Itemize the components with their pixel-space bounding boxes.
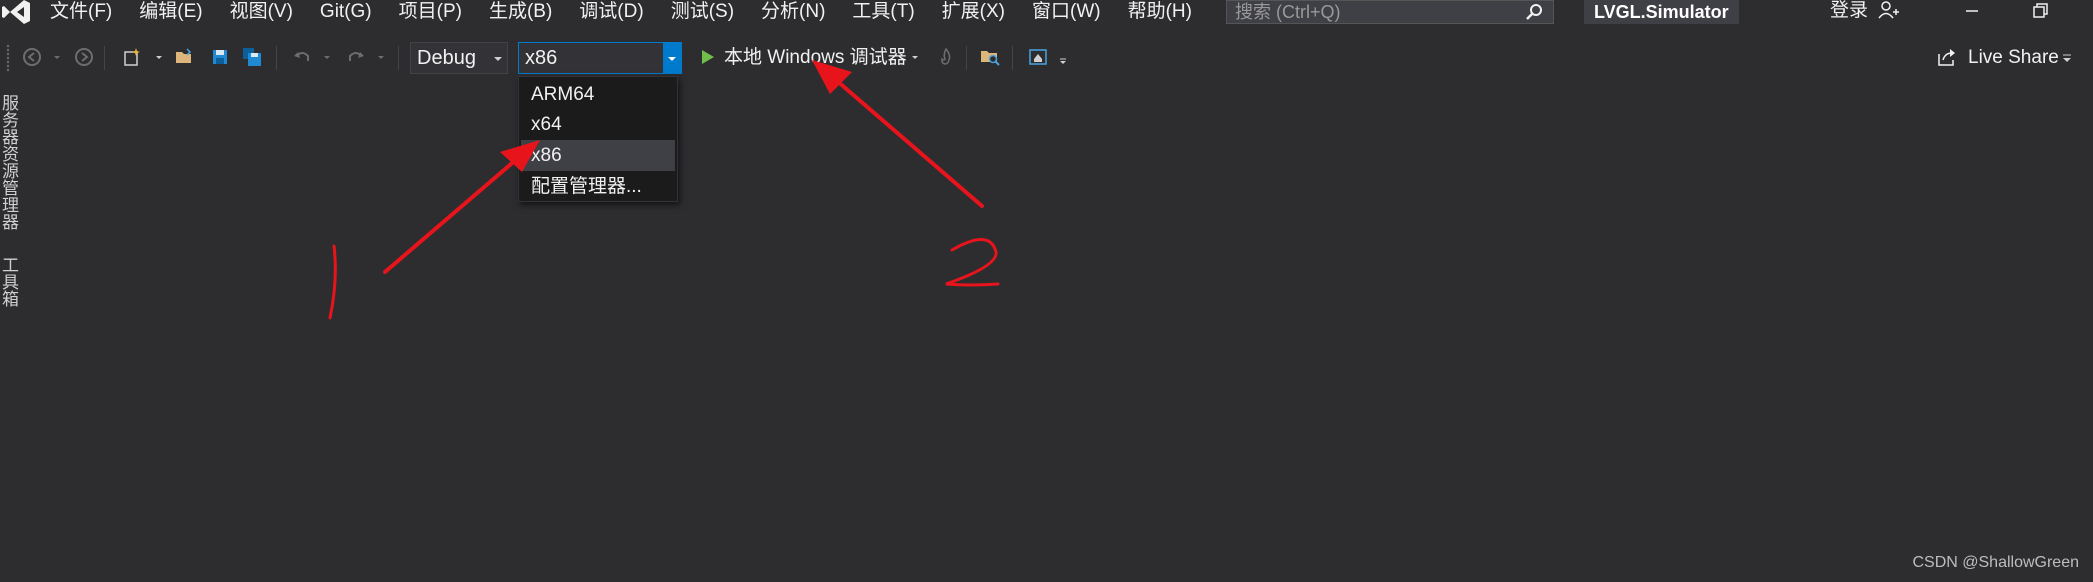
platform-option-x86[interactable]: x86 — [521, 140, 675, 171]
start-debugging-icon[interactable] — [698, 47, 718, 67]
new-project-icon[interactable] — [122, 47, 142, 67]
login-button[interactable]: 登录 — [1830, 0, 1868, 22]
menu-git[interactable]: Git(G) — [320, 0, 372, 24]
chevron-down-icon[interactable] — [489, 43, 507, 73]
chevron-down-icon[interactable] — [910, 47, 920, 67]
platform-select[interactable]: x86 — [518, 42, 682, 74]
chevron-down-icon[interactable] — [663, 43, 681, 73]
annotation-arrow-2 — [812, 60, 984, 208]
undo-icon[interactable] — [292, 47, 312, 67]
user-icon[interactable] — [1878, 0, 1900, 22]
chevron-down-icon[interactable] — [322, 47, 332, 67]
toolbar-options-icon[interactable] — [1058, 47, 1068, 67]
minimize-icon[interactable] — [1960, 0, 1984, 22]
annotation-digit-2 — [945, 238, 1000, 287]
menu-test[interactable]: 测试(S) — [671, 0, 734, 24]
configuration-select[interactable]: Debug — [410, 42, 508, 74]
toolbar-separator — [398, 46, 399, 70]
chevron-down-icon[interactable] — [376, 47, 386, 67]
search-placeholder: 搜索 (Ctrl+Q) — [1235, 2, 1341, 22]
annotation-arrow-1 — [383, 140, 540, 274]
navigate-back-icon[interactable] — [22, 47, 42, 67]
solution-explorer-home-icon[interactable] — [1028, 47, 1048, 67]
annotation-digit-1 — [328, 244, 337, 320]
menu-extensions[interactable]: 扩展(X) — [942, 0, 1005, 24]
platform-option-x64[interactable]: x64 — [521, 109, 675, 140]
configuration-value: Debug — [417, 47, 476, 69]
chevron-down-icon[interactable] — [154, 47, 164, 67]
annotation-layer — [328, 60, 1000, 320]
menu-view[interactable]: 视图(V) — [230, 0, 293, 24]
toolbar-separator — [1012, 46, 1013, 70]
toolbar-separator — [966, 46, 967, 70]
toolbar-grip[interactable] — [6, 44, 10, 72]
hot-reload-icon[interactable] — [936, 47, 956, 67]
menu-file[interactable]: 文件(F) — [50, 0, 112, 24]
side-tab-server-explorer[interactable]: 服务器资源管理器 — [0, 94, 18, 230]
menu-edit[interactable]: 编辑(E) — [139, 0, 202, 24]
menu-items: 文件(F) 编辑(E) 视图(V) Git(G) 项目(P) 生成(B) 调试(… — [50, 0, 1219, 24]
configuration-manager-option[interactable]: 配置管理器... — [521, 171, 675, 202]
menu-debug[interactable]: 调试(D) — [579, 0, 643, 24]
toolbar-separator — [104, 46, 105, 70]
toolbar-separator — [276, 46, 277, 70]
save-icon[interactable] — [210, 47, 230, 67]
menu-analyze[interactable]: 分析(N) — [761, 0, 825, 24]
menu-bar: 文件(F) 编辑(E) 视图(V) Git(G) 项目(P) 生成(B) 调试(… — [0, 0, 2093, 24]
menu-project[interactable]: 项目(P) — [399, 0, 462, 24]
menu-window[interactable]: 窗口(W) — [1032, 0, 1101, 24]
toolbar-overflow-icon[interactable] — [2060, 47, 2074, 67]
menu-help[interactable]: 帮助(H) — [1128, 0, 1192, 24]
start-debugging-button[interactable]: 本地 Windows 调试器 — [724, 42, 907, 74]
redo-icon[interactable] — [346, 47, 366, 67]
restore-icon[interactable] — [2028, 0, 2052, 22]
menu-build[interactable]: 生成(B) — [489, 0, 552, 24]
platform-option-arm64[interactable]: ARM64 — [521, 79, 675, 110]
open-folder-icon[interactable] — [174, 47, 194, 67]
platform-dropdown: ARM64 x64 x86 配置管理器... — [518, 76, 678, 202]
search-icon — [1526, 4, 1542, 20]
save-all-icon[interactable] — [242, 47, 262, 67]
live-share-icon[interactable] — [1936, 46, 1958, 68]
chevron-down-icon[interactable] — [52, 47, 62, 67]
platform-value: x86 — [525, 47, 558, 69]
solution-name: LVGL.Simulator — [1584, 0, 1739, 24]
visual-studio-logo-icon[interactable] — [0, 0, 34, 24]
watermark: CSDN @ShallowGreen — [1912, 554, 2079, 571]
menu-tools[interactable]: 工具(T) — [852, 0, 914, 24]
side-tab-toolbox[interactable]: 工具箱 — [0, 256, 18, 307]
find-in-files-icon[interactable] — [980, 47, 1000, 67]
search-box[interactable]: 搜索 (Ctrl+Q) — [1226, 0, 1554, 24]
navigate-forward-icon[interactable] — [74, 47, 94, 67]
live-share-button[interactable]: Live Share — [1968, 42, 2059, 74]
